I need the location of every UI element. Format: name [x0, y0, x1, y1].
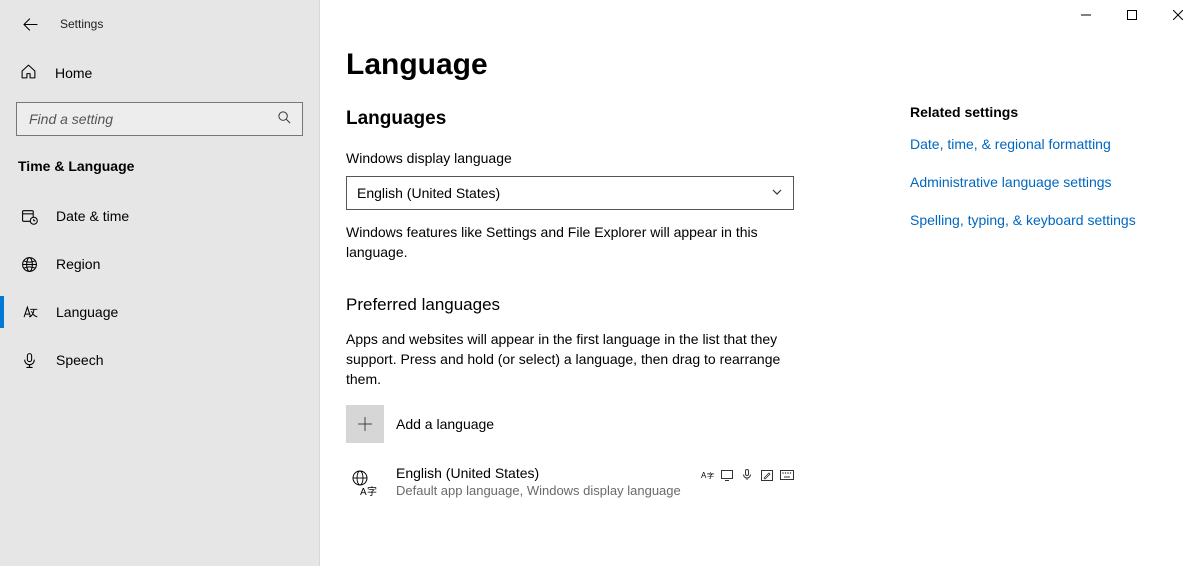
- maximize-button[interactable]: [1109, 0, 1155, 30]
- svg-text:字: 字: [707, 471, 714, 480]
- display-language-help: Windows features like Settings and File …: [346, 222, 786, 263]
- home-icon: [20, 63, 37, 83]
- plus-icon: [357, 416, 373, 432]
- window-title: Settings: [60, 17, 103, 31]
- sidebar-home-label: Home: [55, 65, 92, 81]
- add-language-button[interactable]: Add a language: [346, 405, 910, 443]
- page-title: Language: [346, 48, 910, 82]
- search-input[interactable]: [17, 111, 267, 127]
- svg-text:字: 字: [367, 485, 377, 498]
- close-button[interactable]: [1155, 0, 1201, 30]
- language-pack-icon: A 字: [346, 465, 382, 501]
- microphone-icon: [20, 351, 38, 369]
- sidebar: Settings Home Time & Language Date & tim…: [0, 0, 320, 566]
- text-to-speech-icon: A字: [700, 469, 714, 481]
- titlebar-controls: [1063, 0, 1201, 30]
- svg-text:A: A: [360, 487, 367, 498]
- search-box[interactable]: [16, 102, 303, 136]
- display-language-label: Windows display language: [346, 150, 910, 166]
- related-link-spelling-typing[interactable]: Spelling, typing, & keyboard settings: [910, 212, 1136, 228]
- language-entry-sub: Default app language, Windows display la…: [396, 483, 686, 498]
- language-entry-name: English (United States): [396, 465, 686, 481]
- language-entry-text: English (United States) Default app lang…: [396, 465, 686, 498]
- sidebar-item-label: Date & time: [56, 208, 129, 224]
- sidebar-item-label: Language: [56, 304, 118, 320]
- sidebar-item-label: Speech: [56, 352, 103, 368]
- language-entry[interactable]: A 字 English (United States) Default app …: [346, 465, 794, 501]
- sidebar-item-region[interactable]: Region: [0, 242, 319, 286]
- sidebar-item-label: Region: [56, 256, 100, 272]
- related-settings: Related settings Date, time, & regional …: [910, 0, 1136, 566]
- add-language-label: Add a language: [396, 416, 494, 432]
- sidebar-home[interactable]: Home: [0, 52, 319, 94]
- plus-icon-box: [346, 405, 384, 443]
- preferred-languages-help: Apps and websites will appear in the fir…: [346, 329, 786, 390]
- sidebar-item-language[interactable]: Language: [0, 290, 319, 334]
- sidebar-section-header: Time & Language: [0, 150, 319, 190]
- preferred-languages-title: Preferred languages: [346, 295, 910, 315]
- display-icon: [720, 469, 734, 481]
- maximize-icon: [1127, 10, 1137, 20]
- related-link-date-regional[interactable]: Date, time, & regional formatting: [910, 136, 1136, 152]
- close-icon: [1173, 10, 1183, 20]
- related-link-admin-language[interactable]: Administrative language settings: [910, 174, 1136, 190]
- sidebar-header: Settings: [0, 0, 319, 48]
- speech-recognition-icon: [740, 469, 754, 481]
- minimize-icon: [1081, 10, 1091, 20]
- main: Language Languages Windows display langu…: [320, 0, 1201, 566]
- keyboard-icon: [780, 469, 794, 481]
- search-icon: [267, 110, 302, 128]
- display-language-dropdown[interactable]: English (United States): [346, 176, 794, 210]
- minimize-button[interactable]: [1063, 0, 1109, 30]
- handwriting-icon: [760, 469, 774, 481]
- chevron-down-icon: [771, 185, 783, 201]
- search-container: [16, 102, 303, 136]
- language-icon: [20, 303, 38, 321]
- content: Language Languages Windows display langu…: [320, 0, 910, 566]
- sidebar-item-date-time[interactable]: Date & time: [0, 194, 319, 238]
- language-capabilities: A字: [700, 469, 794, 481]
- related-settings-header: Related settings: [910, 104, 1136, 120]
- arrow-left-icon: [23, 17, 38, 32]
- languages-section-title: Languages: [346, 108, 910, 130]
- calendar-clock-icon: [20, 207, 38, 225]
- display-language-value: English (United States): [357, 185, 500, 201]
- globe-icon: [20, 255, 38, 273]
- sidebar-item-speech[interactable]: Speech: [0, 338, 319, 382]
- back-button[interactable]: [16, 10, 44, 38]
